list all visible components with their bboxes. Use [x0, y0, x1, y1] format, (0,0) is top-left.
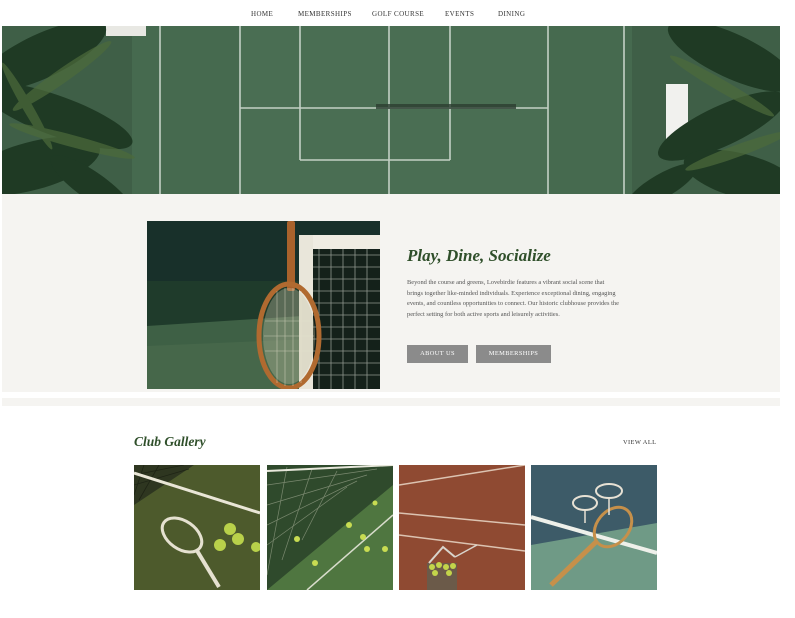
feature-heading: Play, Dine, Socialize	[407, 246, 551, 265]
feature-section	[2, 194, 780, 392]
gallery-image-3[interactable]	[399, 465, 525, 590]
section-divider	[2, 398, 780, 406]
nav-item-events[interactable]: EVENTS	[445, 10, 474, 18]
gallery-title: Club Gallery	[134, 434, 206, 449]
gallery-image-1[interactable]	[134, 465, 260, 590]
view-all-link[interactable]: VIEW ALL	[623, 439, 656, 446]
about-us-button[interactable]: ABOUT US	[407, 345, 468, 363]
hero-image	[2, 26, 780, 194]
top-nav: HOME MEMBERSHIPS GOLF COURSE EVENTS DINI…	[0, 0, 795, 26]
nav-item-golf-course[interactable]: GOLF COURSE	[372, 10, 424, 18]
gallery-image-2[interactable]	[267, 465, 393, 590]
gallery-image-4[interactable]	[531, 465, 657, 590]
nav-item-memberships[interactable]: MEMBERSHIPS	[298, 10, 352, 18]
feature-paragraph: Beyond the course and greens, Lovebirdie…	[407, 279, 619, 318]
nav-item-dining[interactable]: DINING	[498, 10, 525, 18]
feature-image	[147, 221, 380, 389]
memberships-button[interactable]: MEMBERSHIPS	[476, 345, 551, 363]
nav-item-home[interactable]: HOME	[251, 10, 273, 18]
